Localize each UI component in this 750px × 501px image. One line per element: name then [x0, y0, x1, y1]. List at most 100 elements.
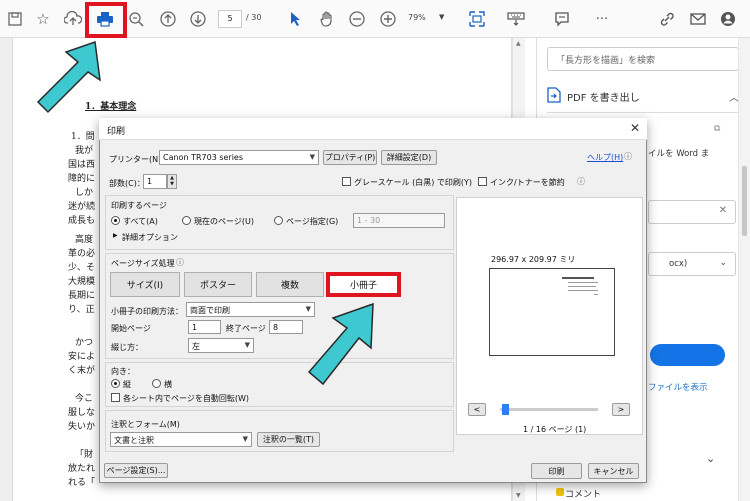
- booklet-method-label: 小冊子の印刷方法：: [111, 307, 183, 316]
- preview-slider-track[interactable]: [500, 408, 598, 411]
- copies-label: 部数(C)：: [109, 179, 145, 188]
- pages-group-label: 印刷するページ: [111, 201, 167, 210]
- grayscale-checkbox[interactable]: [342, 177, 351, 186]
- fit-page-icon[interactable]: [466, 8, 488, 30]
- portrait-radio[interactable]: [111, 379, 120, 388]
- star-icon[interactable]: ☆: [32, 8, 54, 30]
- scroll-down-icon[interactable]: ▼: [516, 492, 521, 499]
- dialog-titlebar: [99, 118, 647, 140]
- grayscale-label: グレースケール (白黒) で印刷(Y): [354, 178, 473, 187]
- cancel-button[interactable]: キャンセル: [588, 463, 639, 479]
- save-ink-label: インク/トナーを節約: [490, 178, 565, 187]
- tab-poster[interactable]: ポスター: [184, 272, 252, 297]
- preview-slider-thumb[interactable]: [502, 404, 509, 415]
- zoom-in-icon[interactable]: [377, 8, 399, 30]
- binding-label: 綴じ方：: [111, 343, 143, 352]
- info-icon[interactable]: ⓘ: [577, 176, 585, 187]
- advanced-button[interactable]: 詳細設定(D): [381, 150, 437, 165]
- doc-line: 大規模: [68, 277, 96, 287]
- copies-stepper[interactable]: ▲ ▼: [167, 174, 177, 189]
- page-range-input[interactable]: 1 - 30: [353, 213, 445, 228]
- chevron-down-icon[interactable]: ⌄: [719, 258, 727, 268]
- start-page-label: 開始ページ: [111, 324, 151, 333]
- printer-select[interactable]: Canon TR703 series ▼: [159, 150, 319, 165]
- copy-icon[interactable]: ⧉: [714, 124, 720, 134]
- tab-size[interactable]: サイズ(I): [110, 272, 180, 297]
- doc-line: 「財: [75, 450, 94, 460]
- doc-line: 服しな: [68, 408, 96, 418]
- mail-icon[interactable]: [687, 8, 709, 30]
- preview-page-count: 1 / 16 ページ (1): [523, 425, 587, 434]
- comment-icon[interactable]: [551, 8, 573, 30]
- export-pdf-item[interactable]: PDF を書き出し ︿: [547, 84, 739, 108]
- all-pages-radio[interactable]: [111, 216, 120, 225]
- print-button[interactable]: 印刷: [531, 463, 582, 479]
- upload-icon[interactable]: [62, 8, 84, 30]
- current-page-radio[interactable]: [182, 216, 191, 225]
- portrait-label: 縦: [123, 380, 131, 389]
- page-range-radio[interactable]: [274, 216, 283, 225]
- doc-line: く末が: [68, 366, 96, 376]
- doc-line: れる「: [68, 478, 96, 488]
- end-page-input[interactable]: 8: [269, 320, 303, 334]
- keyboard-icon[interactable]: [505, 8, 527, 30]
- copies-input[interactable]: 1: [143, 174, 167, 189]
- doc-line: 放たれ: [68, 464, 96, 474]
- prev-page-button[interactable]: <: [468, 403, 486, 416]
- hand-icon[interactable]: [316, 8, 338, 30]
- doc-line: 今こ: [75, 394, 94, 404]
- close-icon[interactable]: ✕: [630, 121, 640, 135]
- annotations-select[interactable]: 文書と注釈 ▼: [110, 432, 252, 447]
- panel-scrollbar[interactable]: [738, 38, 750, 501]
- pointer-icon[interactable]: [285, 8, 307, 30]
- chevron-down-icon[interactable]: ▼: [439, 13, 444, 21]
- info-icon[interactable]: ⓘ: [176, 257, 184, 268]
- attach-link-icon[interactable]: [656, 8, 678, 30]
- zoom-search-icon[interactable]: [125, 8, 147, 30]
- binding-select[interactable]: 左 ▼: [188, 338, 254, 353]
- page-down-icon[interactable]: [187, 8, 209, 30]
- info-icon[interactable]: ⓘ: [624, 151, 632, 162]
- booklet-method-select[interactable]: 両面で印刷 ▼: [186, 302, 315, 317]
- annotation-list-button[interactable]: 注釈の一覧(T): [257, 432, 320, 447]
- export-format-select[interactable]: ocx) ⌄: [648, 252, 736, 276]
- auto-rotate-checkbox[interactable]: [111, 393, 120, 402]
- start-page-input[interactable]: 1: [188, 320, 221, 334]
- page-number-input[interactable]: 5: [218, 10, 242, 28]
- comment-tool-label[interactable]: コメント: [565, 487, 601, 500]
- dialog-title: 印刷: [107, 127, 126, 137]
- export-target-field[interactable]: ✕: [648, 200, 736, 224]
- save-icon[interactable]: [4, 8, 26, 30]
- printer-value: Canon TR703 series: [163, 153, 244, 162]
- page-setup-button[interactable]: ページ設定(S)...: [104, 463, 168, 478]
- preview-page: [489, 268, 615, 356]
- landscape-radio[interactable]: [152, 379, 161, 388]
- top-toolbar: ☆ 5 / 30 79% ▼ ···: [0, 0, 750, 38]
- next-page-button[interactable]: >: [612, 403, 630, 416]
- tool-search-input[interactable]: 「長方形を描画」を検索: [547, 47, 739, 71]
- page-up-icon[interactable]: [157, 8, 179, 30]
- arrow-to-booklet-tab: [307, 302, 374, 386]
- tab-multiple[interactable]: 複数: [256, 272, 324, 297]
- export-button[interactable]: [650, 344, 725, 366]
- doc-line: 障的に: [68, 174, 96, 184]
- chevron-down-icon[interactable]: ⌄: [706, 452, 715, 465]
- divider: [547, 112, 739, 113]
- close-icon[interactable]: ✕: [719, 205, 727, 216]
- zoom-value[interactable]: 79%: [408, 13, 426, 22]
- zoom-out-icon[interactable]: [346, 8, 368, 30]
- all-pages-label: すべて(A): [123, 217, 158, 226]
- account-icon[interactable]: [717, 8, 739, 30]
- properties-button[interactable]: プロパティ(P): [323, 150, 377, 165]
- more-icon[interactable]: ···: [591, 8, 613, 30]
- expand-triangle-icon[interactable]: ▶: [113, 232, 118, 239]
- help-link[interactable]: ヘルプ(H): [587, 152, 623, 163]
- chevron-down-icon: ▼: [309, 153, 315, 161]
- show-files-link[interactable]: ファイルを表示: [648, 381, 708, 393]
- save-ink-checkbox[interactable]: [478, 177, 487, 186]
- scroll-thumb[interactable]: [742, 166, 747, 236]
- more-options-label[interactable]: 詳細オプション: [122, 232, 178, 243]
- scroll-up-icon[interactable]: ▲: [516, 40, 521, 47]
- doc-line: 国は西: [68, 160, 96, 170]
- preview-size-label: 296.97 x 209.97 ミリ: [491, 255, 576, 264]
